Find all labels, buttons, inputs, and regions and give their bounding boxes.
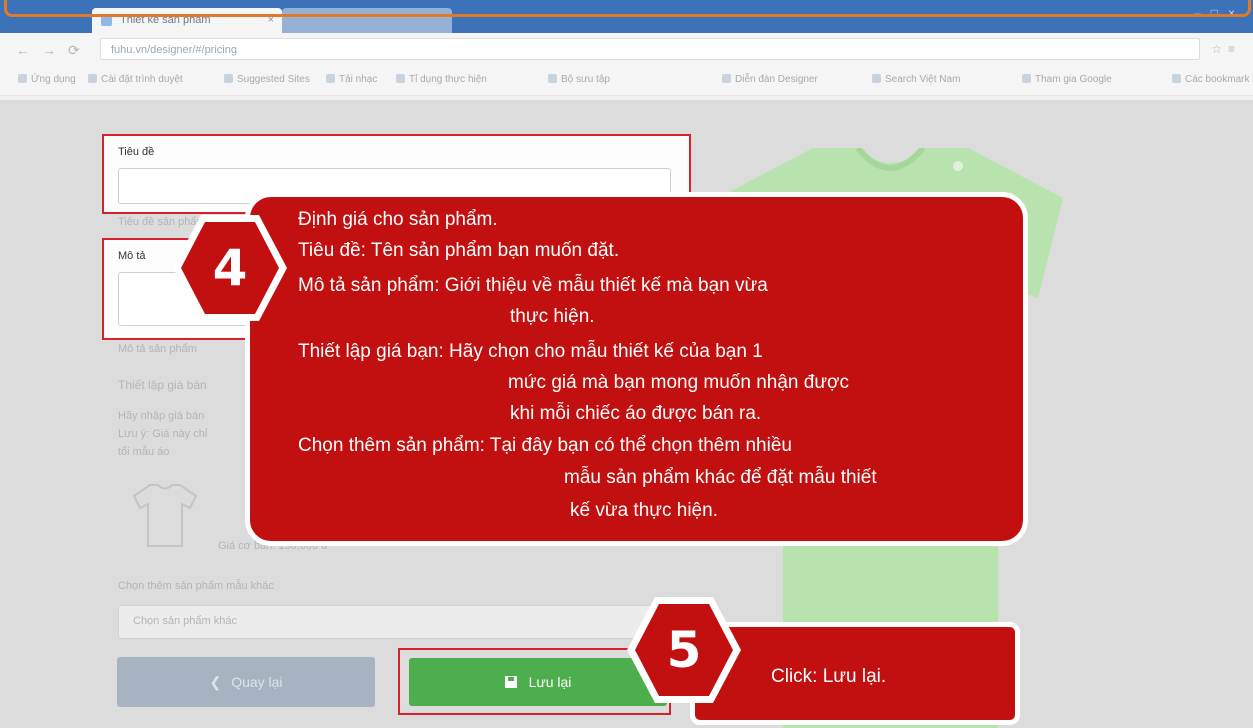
browser-highlight-outline [4,0,1251,17]
step4-line: Mô tả sản phẩm: Giới thiệu về mẫu thiết … [298,275,768,296]
step4-number-text: 4 [212,239,248,297]
bookmark-item[interactable]: Search Việt Nam [872,74,960,85]
more-products-label: Chọn thêm sản phẩm mẫu khác [118,580,274,592]
bookmark-item[interactable]: Ứng dụng [18,74,76,85]
title-label: Tiêu đề [118,146,155,158]
step5-number-text: 5 [666,621,702,679]
bookmark-item[interactable]: Tham gia Google [1022,74,1112,85]
bookmark-item[interactable]: Bộ sưu tập [548,74,610,85]
price-hint: tổi mẫu áo [118,446,170,458]
step5-text: Click: Lưu lại. [771,666,887,687]
step4-number: 4 [171,212,289,324]
desc-helper: Mô tả sản phẩm [118,343,197,355]
price-label: Thiết lập giá bán [118,378,207,392]
bookmark-item[interactable]: Diễn đàn Designer [722,74,818,85]
nav-buttons[interactable]: ←→⟳ [16,42,92,59]
toolbar-icons[interactable]: ☆≡ [1211,42,1241,56]
step5-number: 5 [625,594,743,706]
more-products-select[interactable]: Chọn sản phẩm khác [118,605,680,639]
step4-line: Chọn thêm sản phẩm: Tại đây bạn có thể c… [298,435,792,456]
bookmark-item[interactable]: Các bookmark khác [1172,74,1253,85]
floppy-disk-icon [504,676,517,688]
more-products-placeholder: Chọn sản phẩm khác [133,615,237,627]
shirt-thumbnail [132,484,198,547]
step4-line: thực hiện. [510,306,595,327]
price-hint: Lưu ý: Giá này chỉ [118,428,208,440]
chevron-left-icon: ❮ [209,674,222,690]
step4-line: Thiết lập giá bạn: Hãy chọn cho mẫu thiế… [298,341,763,362]
address-bar[interactable]: fuhu.vn/designer/#/pricing [100,38,1200,60]
price-hint: Hãy nhập giá bán [118,410,205,422]
back-button[interactable]: ❮ Quay lại [117,657,375,707]
step4-line: khi mỗi chiếc áo được bán ra. [510,403,762,424]
bookmarks-bar: Ứng dụng Cài đặt trình duyệt Suggested S… [0,65,1253,96]
step4-line: mức giá mà bạn mong muốn nhận được [508,372,850,393]
back-label: Quay lại [231,674,283,690]
save-label: Lưu lại [528,674,572,690]
step4-line: Định giá cho sản phẩm. [298,209,498,230]
step4-line: mẫu sản phẩm khác để đặt mẫu thiết [564,467,877,488]
address-bar-row: ←→⟳ fuhu.vn/designer/#/pricing ☆≡ [0,33,1253,65]
bookmark-item[interactable]: Cài đặt trình duyệt [88,74,183,85]
bookmark-item[interactable]: Tỉ dụng thực hiện [396,74,487,85]
step4-line: kế vừa thực hiện. [570,500,718,521]
bookmark-item[interactable]: Suggested Sites [224,74,310,85]
address-text: fuhu.vn/designer/#/pricing [111,44,237,56]
step4-line: Tiêu đề: Tên sản phẩm bạn muốn đặt. [298,240,620,261]
bookmark-item[interactable]: Tải nhạc [326,74,377,85]
desc-label: Mô tả [118,250,146,262]
